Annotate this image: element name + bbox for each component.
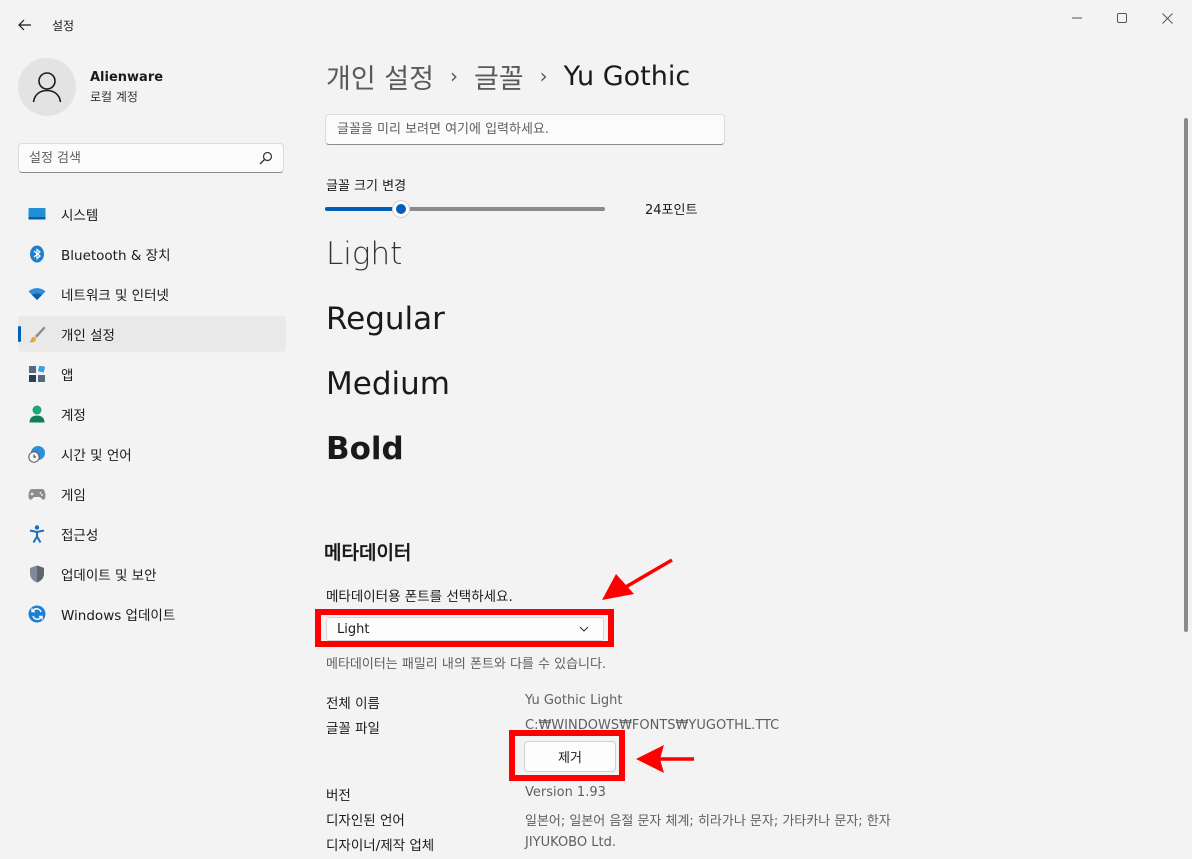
font-file-label: 글꼴 파일 [326, 721, 380, 737]
close-button[interactable] [1152, 6, 1182, 30]
sidebar-item-label: 앱 [61, 368, 74, 384]
sidebar-item-privacy-security[interactable]: 업데이트 및 보안 [18, 556, 286, 592]
page-title: Yu Gothic [563, 60, 691, 92]
clock-globe-icon [28, 445, 46, 463]
slider-thumb[interactable] [391, 200, 410, 218]
version-value: Version 1.93 [525, 785, 606, 800]
system-icon [28, 205, 46, 223]
search-icon[interactable] [259, 151, 273, 165]
annotation-highlight-dropdown [315, 609, 614, 647]
metadata-select-label: 메타데이터용 폰트를 선택하세요. [326, 589, 513, 605]
settings-search[interactable] [18, 143, 284, 173]
accessibility-icon [28, 525, 46, 543]
search-input[interactable] [19, 144, 239, 172]
sample-medium: Medium [326, 366, 450, 402]
font-preview-input[interactable] [326, 115, 724, 144]
font-size-slider[interactable] [325, 200, 605, 218]
full-name-label: 전체 이름 [326, 696, 380, 712]
sidebar-item-time-language[interactable]: 시간 및 언어 [18, 436, 286, 472]
sidebar-item-personalization[interactable]: 개인 설정 [18, 316, 286, 352]
languages-label: 디자인된 언어 [326, 813, 405, 829]
sidebar-item-windows-update[interactable]: Windows 업데이트 [18, 596, 286, 632]
sidebar-item-network[interactable]: 네트워크 및 인터넷 [18, 276, 286, 312]
designer-label: 디자이너/제작 업체 [326, 838, 435, 854]
chevron-right-icon: › [449, 64, 458, 88]
sidebar-item-gaming[interactable]: 게임 [18, 476, 286, 512]
annotation-arrow-icon [636, 745, 694, 773]
scrollbar[interactable] [1184, 118, 1188, 632]
avatar [18, 58, 76, 116]
full-name-value: Yu Gothic Light [525, 693, 623, 708]
maximize-icon [1117, 13, 1127, 23]
gamepad-icon [28, 485, 46, 503]
font-preview-field[interactable] [325, 114, 725, 145]
chevron-right-icon: › [539, 64, 548, 88]
metadata-description: 메타데이터는 패밀리 내의 폰트와 다를 수 있습니다. [326, 657, 607, 672]
back-button[interactable] [14, 14, 36, 36]
annotation-highlight-remove [509, 730, 625, 781]
sidebar-item-label: Bluetooth & 장치 [61, 248, 171, 264]
brush-icon [28, 325, 46, 343]
metadata-heading: 메타데이터 [324, 542, 412, 564]
account-icon [28, 405, 46, 423]
refresh-icon [28, 605, 46, 623]
languages-value: 일본어; 일본어 음절 문자 체계; 히라가나 문자; 가타카나 문자; 한자 [525, 814, 891, 829]
annotation-arrow-icon [602, 558, 673, 600]
sample-regular: Regular [326, 301, 445, 337]
sidebar-item-label: Windows 업데이트 [61, 608, 176, 624]
apps-icon [28, 365, 46, 383]
breadcrumb-personalization[interactable]: 개인 설정 [326, 57, 434, 96]
profile-name: Alienware [90, 69, 164, 85]
sidebar-item-label: 시스템 [61, 208, 99, 224]
user-icon [32, 72, 62, 103]
shield-icon [28, 565, 46, 583]
sidebar-item-label: 개인 설정 [61, 328, 115, 344]
sidebar-item-label: 계정 [61, 408, 86, 424]
sidebar-item-label: 접근성 [61, 528, 99, 544]
profile-account-type: 로컬 계정 [90, 89, 138, 104]
version-label: 버전 [326, 788, 351, 804]
maximize-button[interactable] [1107, 6, 1137, 30]
sidebar-item-system[interactable]: 시스템 [18, 196, 286, 232]
designer-value: JIYUKOBO Ltd. [525, 835, 616, 850]
sidebar-item-apps[interactable]: 앱 [18, 356, 286, 392]
sidebar-item-label: 업데이트 및 보안 [61, 568, 157, 584]
sample-bold: Bold [326, 431, 404, 467]
sidebar-item-label: 시간 및 언어 [61, 448, 132, 464]
app-title: 설정 [52, 19, 75, 33]
sidebar-item-accessibility[interactable]: 접근성 [18, 516, 286, 552]
user-profile[interactable]: Alienware 로컬 계정 [18, 58, 163, 116]
close-icon [1161, 12, 1173, 24]
sidebar-nav: 시스템 Bluetooth & 장치 네트워크 및 인터넷 개인 설정 앱 계정… [18, 196, 286, 636]
sidebar-item-label: 네트워크 및 인터넷 [61, 288, 169, 304]
slider-fill [325, 207, 401, 211]
sidebar-item-accounts[interactable]: 계정 [18, 396, 286, 432]
minimize-button[interactable] [1062, 6, 1092, 30]
sidebar-item-bluetooth[interactable]: Bluetooth & 장치 [18, 236, 286, 272]
breadcrumb-fonts[interactable]: 글꼴 [474, 57, 524, 96]
font-size-label: 글꼴 크기 변경 [326, 179, 407, 194]
sidebar-item-label: 게임 [61, 488, 86, 504]
bluetooth-icon [28, 245, 46, 263]
sample-light: Light [326, 236, 403, 272]
wifi-icon [28, 285, 46, 303]
breadcrumb: 개인 설정 › 글꼴 › Yu Gothic [326, 56, 690, 96]
font-size-value: 24포인트 [645, 203, 698, 218]
minimize-icon [1072, 17, 1082, 19]
title-bar: 설정 [0, 0, 1192, 48]
back-arrow-icon [18, 19, 31, 31]
